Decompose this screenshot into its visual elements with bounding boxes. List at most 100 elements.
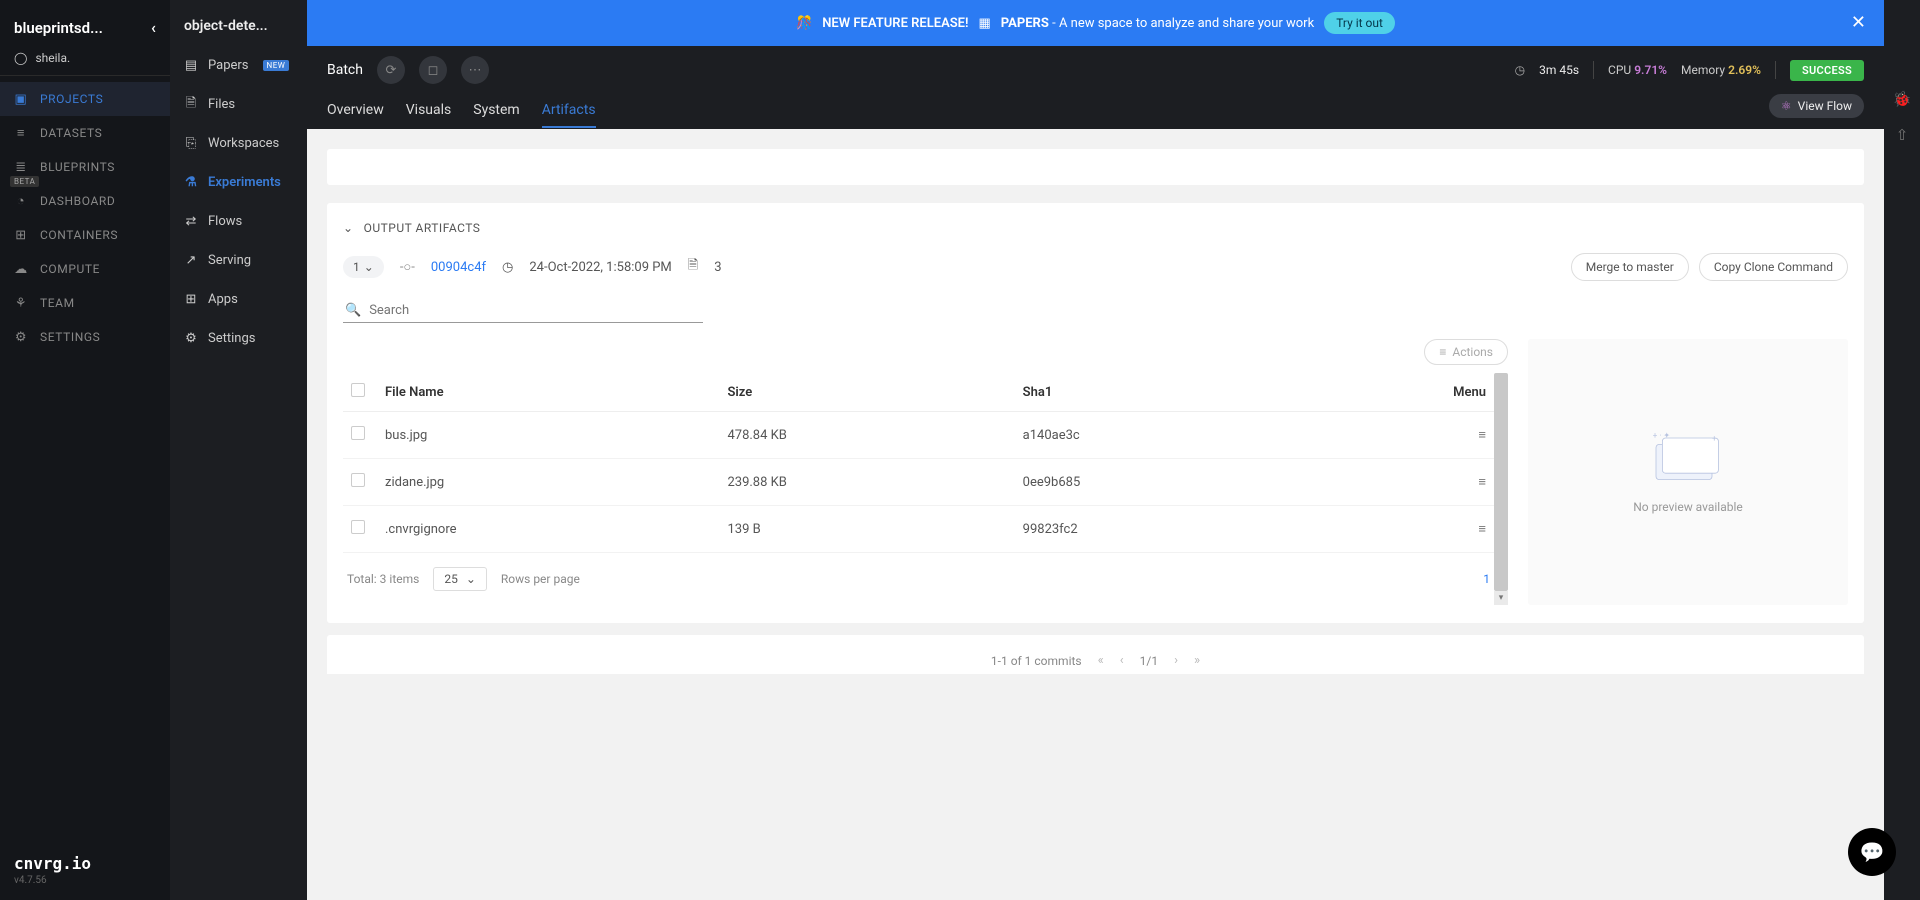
- col-size[interactable]: Size: [719, 373, 1014, 412]
- search-field[interactable]: 🔍: [343, 299, 703, 323]
- folder-empty-icon: + · ✦ +: [1648, 430, 1728, 486]
- proj-nav-settings[interactable]: ⚙Settings: [170, 319, 307, 358]
- proj-nav-experiments[interactable]: ⚗Experiments: [170, 163, 307, 202]
- content-scroll: ⌄ OUTPUT ARTIFACTS 1⌄ -○- 00904c4f ◷ 24-…: [307, 129, 1884, 900]
- nav-containers[interactable]: ⊞CONTAINERS: [0, 218, 170, 252]
- collapse-icon[interactable]: ‹: [151, 18, 156, 37]
- cell-sha: a140ae3c: [1015, 412, 1303, 459]
- bug-icon[interactable]: 🐞: [1893, 90, 1912, 108]
- upload-icon[interactable]: ⇧: [1896, 126, 1909, 144]
- row-checkbox[interactable]: [351, 520, 365, 534]
- nav-icon: ◔: [14, 194, 28, 208]
- proj-nav-flows[interactable]: ⇄ Flows: [170, 202, 307, 241]
- col-sha[interactable]: Sha1: [1015, 373, 1303, 412]
- collapse-section-icon[interactable]: ⌄: [343, 221, 354, 235]
- nav-team[interactable]: ⚘ TEAM: [0, 286, 170, 320]
- proj-nav-papers[interactable]: ▤PapersNEW: [170, 46, 307, 85]
- table-scrollbar[interactable]: ▾: [1494, 373, 1508, 605]
- tab-overview[interactable]: Overview: [327, 94, 384, 128]
- right-rail: 🐞 ⇧: [1884, 0, 1920, 900]
- user-icon: ◯: [14, 51, 27, 65]
- close-icon[interactable]: ✕: [1851, 12, 1866, 33]
- project-sidebar: object-dete... ▤PapersNEW🗎Files⎘Workspac…: [170, 0, 307, 900]
- page-number[interactable]: 1: [1483, 572, 1490, 586]
- nav-label: SETTINGS: [40, 330, 100, 344]
- view-flow-button[interactable]: ⚛ View Flow: [1769, 94, 1864, 118]
- nav-datasets[interactable]: ≡DATASETS: [0, 116, 170, 150]
- nav-dashboard[interactable]: ◔DASHBOARD: [0, 184, 170, 218]
- row-checkbox[interactable]: [351, 426, 365, 440]
- nav-projects[interactable]: ▣PROJECTS: [0, 82, 170, 116]
- row-menu-icon[interactable]: ≡: [1478, 475, 1486, 490]
- col-filename[interactable]: File Name: [377, 373, 719, 412]
- nav-label: TEAM: [40, 296, 75, 310]
- tab-artifacts[interactable]: Artifacts: [542, 94, 596, 128]
- search-input[interactable]: [369, 303, 701, 318]
- clock-icon: ◷: [1515, 63, 1525, 77]
- svg-text:+: +: [1712, 434, 1717, 443]
- cell-filename: zidane.jpg: [377, 459, 719, 506]
- app-version: v4.7.56: [14, 875, 156, 886]
- commit-count-dropdown[interactable]: 1⌄: [343, 256, 384, 278]
- select-all-checkbox[interactable]: [351, 383, 365, 397]
- nav-icon: ▣: [14, 92, 28, 106]
- next-page-button[interactable]: ›: [1174, 653, 1178, 668]
- nav-blueprints[interactable]: ≣BLUEPRINTSBETA: [0, 150, 170, 184]
- user-name: sheila.: [35, 51, 70, 65]
- table-row[interactable]: zidane.jpg 239.88 KB 0ee9b685 ≡: [343, 459, 1494, 506]
- last-page-button[interactable]: »: [1194, 653, 1200, 668]
- copy-clone-command-button[interactable]: Copy Clone Command: [1699, 253, 1848, 281]
- search-icon: 🔍: [345, 303, 361, 318]
- nav-compute[interactable]: ☁ COMPUTE: [0, 252, 170, 286]
- row-menu-icon[interactable]: ≡: [1478, 522, 1486, 537]
- stop-button[interactable]: ◻: [419, 56, 447, 84]
- chat-launcher[interactable]: 💬: [1848, 828, 1896, 876]
- memory-label: Memory: [1681, 63, 1725, 77]
- table-row[interactable]: .cnvrgignore 139 B 99823fc2 ≡: [343, 506, 1494, 553]
- commit-file-count: 3: [714, 260, 721, 275]
- proj-nav-files[interactable]: 🗎Files: [170, 85, 307, 124]
- tab-system[interactable]: System: [473, 94, 519, 128]
- total-items: Total: 3 items: [347, 572, 419, 586]
- row-menu-icon[interactable]: ≡: [1478, 428, 1486, 443]
- merge-to-master-button[interactable]: Merge to master: [1571, 253, 1689, 281]
- nav-settings[interactable]: ⚙SETTINGS: [0, 320, 170, 354]
- project-title: object-dete...: [170, 0, 307, 46]
- proj-nav-label: Apps: [208, 292, 238, 307]
- nav-label: COMPUTE: [40, 262, 100, 276]
- proj-nav-label: Serving: [208, 253, 251, 268]
- proj-nav-serving[interactable]: ↗ Serving: [170, 241, 307, 280]
- menu-icon: ≡: [1439, 345, 1446, 359]
- duration-value: 3m 45s: [1539, 63, 1579, 77]
- proj-nav-label: Papers: [208, 58, 249, 73]
- memory-value: 2.69%: [1728, 63, 1761, 77]
- cell-filename: bus.jpg: [377, 412, 719, 459]
- proj-nav-icon: ⇄: [184, 215, 198, 229]
- proj-nav-workspaces[interactable]: ⎘Workspaces: [170, 124, 307, 163]
- prev-page-button[interactable]: ‹: [1120, 653, 1124, 668]
- cpu-value: 9.71%: [1634, 63, 1667, 77]
- nav-label: DATASETS: [40, 126, 102, 140]
- commit-hash[interactable]: 00904c4f: [431, 260, 486, 275]
- announcement-banner: 🎊 NEW FEATURE RELEASE! ▦ PAPERS - A new …: [307, 0, 1884, 46]
- table-row[interactable]: bus.jpg 478.84 KB a140ae3c ≡: [343, 412, 1494, 459]
- row-checkbox[interactable]: [351, 473, 365, 487]
- proj-nav-label: Flows: [208, 214, 242, 229]
- nav-icon: ☁: [14, 262, 28, 276]
- proj-nav-label: Experiments: [208, 175, 281, 190]
- flow-icon: ⚛: [1781, 99, 1792, 113]
- tab-visuals[interactable]: Visuals: [406, 94, 452, 128]
- more-button[interactable]: ⋯: [461, 56, 489, 84]
- page-size-select[interactable]: 25⌄: [433, 567, 487, 591]
- nav-icon: ⚘: [14, 296, 28, 310]
- scroll-down-icon[interactable]: ▾: [1494, 591, 1508, 605]
- brand-logo: cnvrg.io: [14, 854, 156, 873]
- first-page-button[interactable]: «: [1098, 653, 1104, 668]
- try-it-out-button[interactable]: Try it out: [1324, 12, 1395, 34]
- actions-button[interactable]: ≡ Actions: [1424, 339, 1508, 365]
- proj-nav-apps[interactable]: ⊞Apps: [170, 280, 307, 319]
- commits-page: 1/1: [1140, 654, 1158, 668]
- proj-nav-icon: ↗: [184, 254, 198, 268]
- refresh-button[interactable]: ⟳: [377, 56, 405, 84]
- proj-nav-icon: ▤: [184, 59, 198, 73]
